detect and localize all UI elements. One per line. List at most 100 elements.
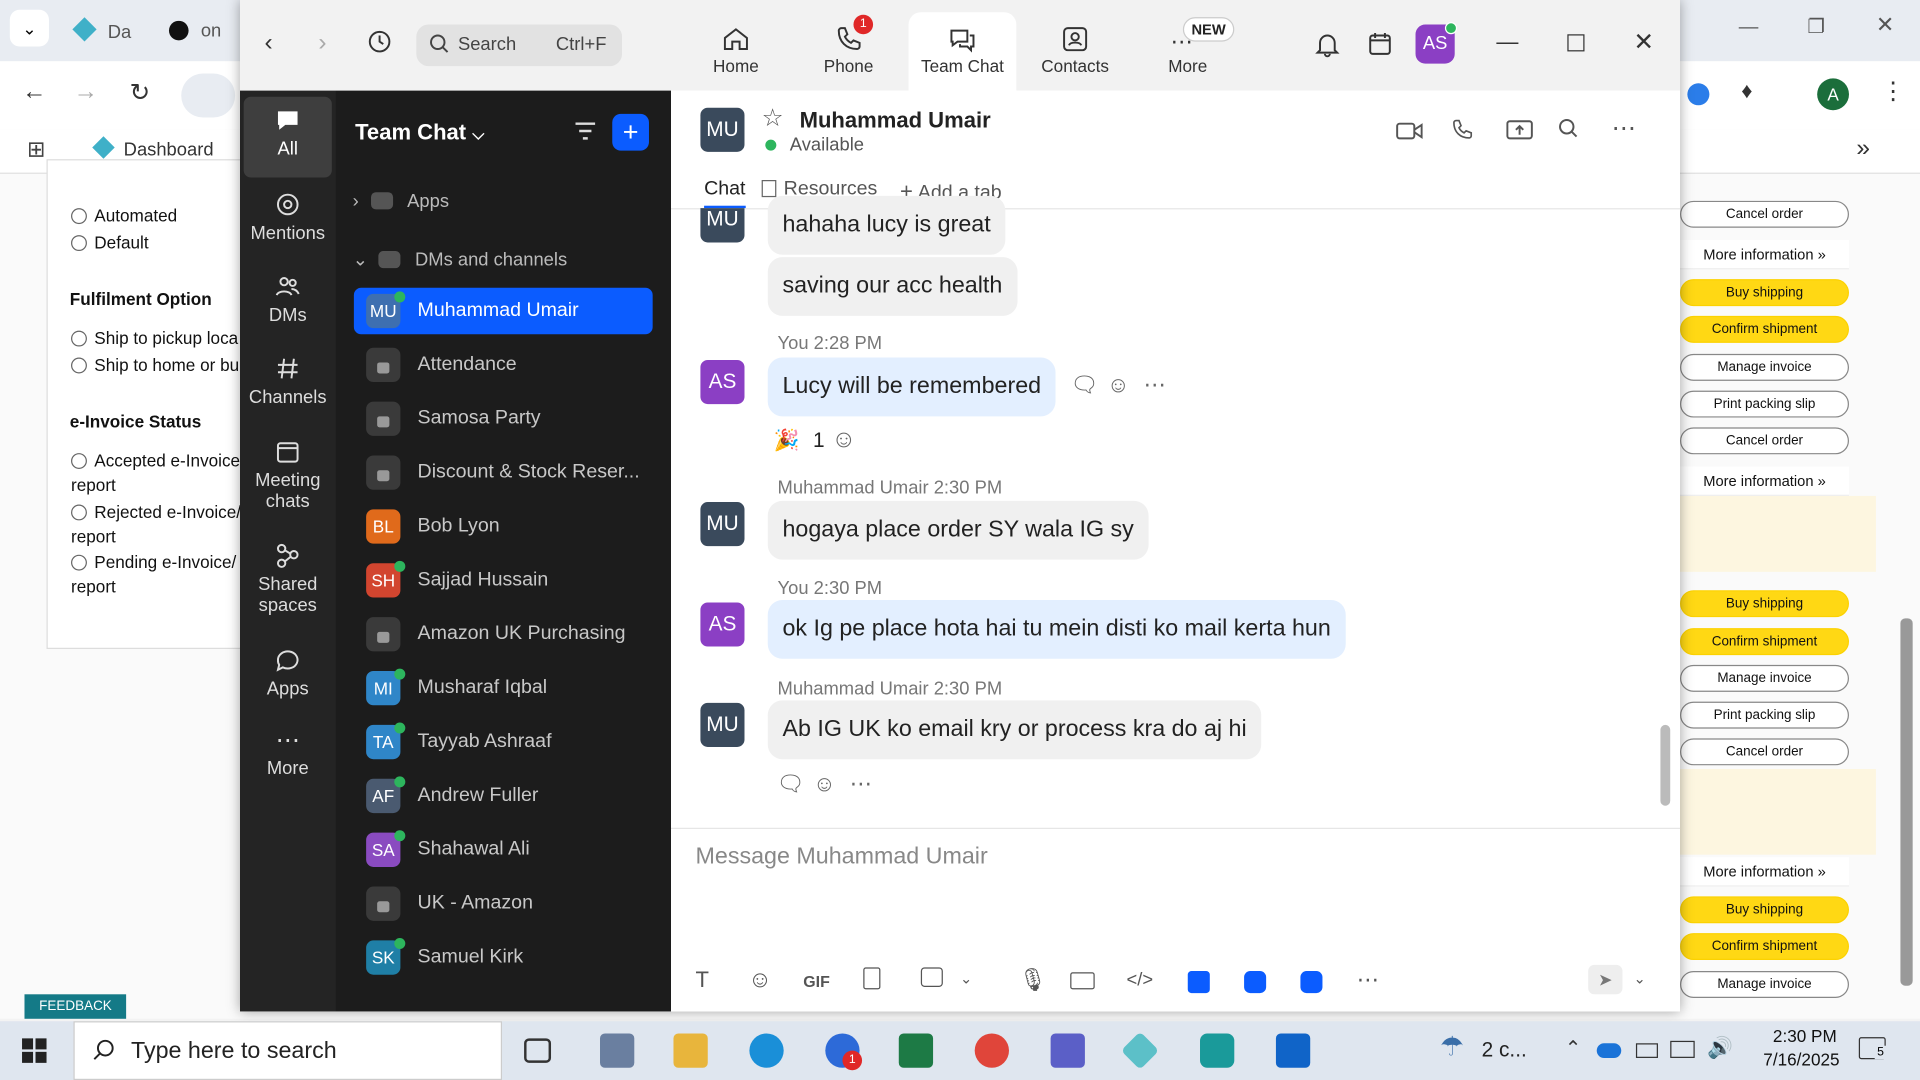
browser-tab-other[interactable]: on: [159, 10, 245, 52]
more-information-button[interactable]: More information »: [1680, 466, 1849, 496]
network-icon[interactable]: [1670, 1040, 1695, 1058]
reload-icon[interactable]: ↻: [130, 77, 151, 108]
radio-accepted[interactable]: Accepted e-Invoice report: [71, 448, 240, 497]
maximize-button[interactable]: [1567, 34, 1585, 52]
clock[interactable]: 2:30 PM 7/16/2025: [1763, 1026, 1839, 1069]
teams-icon[interactable]: [1050, 1033, 1085, 1068]
buy-shipping-button[interactable]: Buy shipping: [1680, 896, 1849, 924]
browser-menu-icon[interactable]: ⋮: [1881, 76, 1905, 107]
site-info-icon[interactable]: [181, 73, 236, 118]
sidebar-item[interactable]: UK - Amazon: [354, 880, 653, 927]
radio-pickup[interactable]: Ship to pickup loca: [71, 326, 238, 350]
onedrive-icon[interactable]: [1596, 1043, 1622, 1058]
extensions-puzzle-icon[interactable]: ♦: [1741, 78, 1752, 104]
reaction-chip[interactable]: 🎉 1: [774, 429, 825, 453]
bookmark-dashboard[interactable]: Dashboard: [92, 136, 214, 160]
add-reaction-icon[interactable]: ☺: [1107, 372, 1130, 398]
back-icon[interactable]: ‹: [264, 29, 272, 57]
sidebar-item[interactable]: BL Bob Lyon: [354, 503, 653, 550]
more-information-button[interactable]: More information »: [1680, 857, 1849, 887]
buy-shipping-button[interactable]: Buy shipping: [1680, 590, 1849, 618]
forward-icon[interactable]: ›: [318, 29, 326, 57]
rail-all[interactable]: All: [243, 96, 332, 178]
profile-avatar[interactable]: A: [1817, 78, 1849, 111]
add-reaction-icon[interactable]: ☺: [831, 426, 856, 454]
task-view-icon[interactable]: [524, 1038, 552, 1063]
search-input[interactable]: Search Ctrl+F: [416, 24, 623, 67]
app-s-icon[interactable]: [1200, 1033, 1235, 1068]
rail-mentions[interactable]: Mentions: [244, 181, 332, 262]
cancel-order-button[interactable]: Cancel order: [1680, 427, 1849, 455]
weather-text[interactable]: 2 c...: [1482, 1038, 1527, 1062]
manage-invoice-button[interactable]: Manage invoice: [1680, 664, 1849, 692]
rail-shared-spaces[interactable]: Shared spaces: [244, 533, 332, 631]
close-button[interactable]: ✕: [1633, 27, 1654, 58]
chrome-icon[interactable]: [974, 1033, 1009, 1068]
chat-scrollbar[interactable]: [1660, 724, 1671, 806]
radio-default[interactable]: Default: [71, 230, 149, 254]
bell-icon[interactable]: [1314, 31, 1341, 64]
search-icon[interactable]: [1558, 118, 1580, 146]
confirm-shipment-button[interactable]: Confirm shipment: [1680, 628, 1849, 656]
buy-shipping-button[interactable]: Buy shipping: [1680, 279, 1849, 307]
forward-icon[interactable]: →: [73, 78, 97, 106]
send-icon[interactable]: ➤: [1588, 964, 1623, 995]
tab-chat[interactable]: Chat: [704, 179, 746, 209]
restore-button[interactable]: ❐: [1807, 15, 1825, 39]
sidebar-item[interactable]: SK Samuel Kirk: [354, 934, 653, 981]
app-diamond-icon[interactable]: [1120, 1031, 1160, 1070]
weather-icon[interactable]: ☂: [1440, 1031, 1464, 1063]
cancel-order-button[interactable]: Cancel order: [1680, 200, 1849, 228]
whiteboard-app-icon[interactable]: [1244, 971, 1267, 994]
new-chat-button[interactable]: +: [612, 113, 649, 151]
notifications-icon[interactable]: 5: [1858, 1037, 1887, 1060]
taskbar-search[interactable]: Type here to search: [73, 1021, 503, 1080]
emoji-icon[interactable]: ☺: [748, 967, 772, 994]
more-options-icon[interactable]: ⋯: [1611, 113, 1635, 144]
chevron-down-icon[interactable]: ⌄: [1633, 970, 1645, 987]
more-actions-icon[interactable]: ⋯: [850, 771, 872, 797]
message-input[interactable]: Message Muhammad Umair: [696, 844, 988, 871]
zoom-taskbar-icon[interactable]: 1: [825, 1033, 863, 1071]
docs-app-icon[interactable]: [1187, 971, 1210, 994]
minimize-button[interactable]: —: [1739, 17, 1759, 39]
video-icon[interactable]: [1396, 120, 1423, 148]
calendar-icon[interactable]: [1367, 31, 1394, 64]
video-message-icon[interactable]: [1070, 972, 1095, 990]
sidebar-item[interactable]: Samosa Party: [354, 396, 653, 443]
browser-tab-dashboard[interactable]: Da: [66, 10, 152, 52]
rail-meeting-chats[interactable]: Meeting chats: [244, 429, 332, 527]
file-explorer-icon[interactable]: [673, 1033, 708, 1068]
battery-icon[interactable]: [1635, 1043, 1658, 1058]
minimize-button[interactable]: —: [1496, 29, 1518, 55]
calculator-icon[interactable]: [600, 1033, 635, 1068]
extension-icon[interactable]: [1687, 83, 1710, 106]
back-icon[interactable]: ←: [22, 78, 46, 106]
contact-name[interactable]: Muhammad Umair: [800, 108, 991, 134]
sidebar-title[interactable]: Team Chat ⌵: [355, 120, 484, 146]
chevron-down-icon[interactable]: ⌄: [960, 970, 972, 987]
add-reaction-icon[interactable]: ☺: [813, 771, 836, 797]
tab-phone[interactable]: 1 Phone: [795, 12, 903, 90]
confirm-shipment-button[interactable]: Confirm shipment: [1680, 315, 1849, 343]
screenshot-icon[interactable]: [920, 967, 943, 987]
clips-app-icon[interactable]: [1300, 971, 1323, 994]
reply-icon[interactable]: 🗨: [1070, 372, 1098, 398]
more-information-button[interactable]: More information »: [1680, 240, 1849, 270]
sidebar-item[interactable]: MI Musharaf Iqbal: [354, 665, 653, 712]
tab-contacts[interactable]: Contacts: [1021, 12, 1129, 90]
star-icon[interactable]: ☆: [762, 103, 784, 134]
excel-icon[interactable]: [898, 1033, 934, 1068]
sidebar-item[interactable]: Discount & Stock Reser...: [354, 449, 653, 496]
history-icon[interactable]: [367, 29, 391, 60]
sidebar-item[interactable]: SA Shahawal Ali: [354, 827, 653, 874]
sidebar-item[interactable]: Attendance: [354, 342, 653, 389]
tab-list-button[interactable]: ⌄: [9, 9, 49, 47]
sidebar-item[interactable]: Amazon UK Purchasing: [354, 611, 653, 658]
tab-home[interactable]: Home: [682, 12, 790, 90]
chevron-up-icon[interactable]: ⌃: [1565, 1036, 1581, 1060]
code-icon[interactable]: </>: [1127, 970, 1154, 991]
radio-home[interactable]: Ship to home or bu: [71, 353, 239, 377]
feedback-button[interactable]: FEEDBACK ✕: [24, 994, 127, 1038]
file-icon[interactable]: [863, 967, 881, 990]
